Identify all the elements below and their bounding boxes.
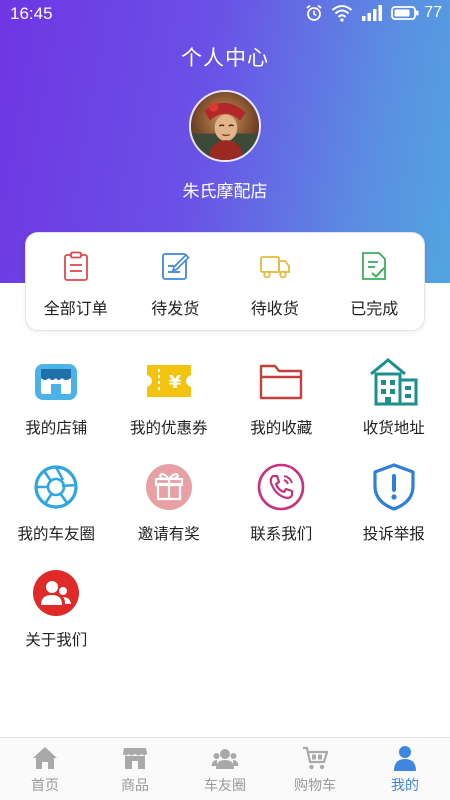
home-icon — [33, 747, 57, 769]
grid-label: 邀请有奖 — [137, 525, 200, 543]
store-icon — [123, 748, 147, 769]
grid-label: 收货地址 — [362, 419, 425, 437]
battery-status: 77 — [391, 4, 442, 22]
alarm-icon — [306, 4, 322, 21]
tab-label: 商品 — [121, 778, 149, 794]
user-icon — [394, 746, 416, 771]
page-title: 个人中心 — [181, 46, 269, 70]
battery-icon — [391, 6, 419, 20]
order-label: 待收货 — [250, 299, 299, 318]
tab-cart[interactable]: 购物车 — [270, 738, 360, 800]
order-all-button[interactable]: 全部订单 — [26, 233, 126, 330]
tab-mine[interactable]: 我的 — [360, 738, 450, 800]
checklist-icon — [362, 252, 387, 280]
clipboard-icon — [63, 251, 88, 281]
my-car-circle-button[interactable]: 我的车友圈 — [0, 461, 113, 567]
cart-icon — [303, 746, 329, 770]
order-label: 已完成 — [350, 299, 399, 318]
my-shop-button[interactable]: 我的店铺 — [0, 355, 113, 461]
camera-aperture-icon — [34, 465, 78, 509]
grid-label: 投诉举报 — [362, 525, 425, 543]
order-label: 待发货 — [151, 299, 200, 318]
shield-alert-icon — [373, 463, 415, 511]
my-favorites-button[interactable]: 我的收藏 — [225, 355, 338, 461]
battery-level: 77 — [424, 4, 442, 21]
tab-car-circle[interactable]: 车友圈 — [180, 738, 270, 800]
svg-text:¥: ¥ — [168, 372, 181, 393]
signal-icon — [362, 5, 383, 21]
grid-label: 我的店铺 — [25, 419, 88, 437]
tab-home[interactable]: 首页 — [0, 738, 90, 800]
status-time: 16:45 — [10, 4, 53, 23]
tab-products[interactable]: 商品 — [90, 738, 180, 800]
tab-label: 我的 — [391, 778, 419, 794]
gift-icon — [145, 464, 192, 510]
service-grid: 我的店铺 ¥ 我的优惠券 我的收藏 收货地址 我的车友圈 邀请有奖 联系我们 投… — [0, 355, 450, 673]
shipping-address-button[interactable]: 收货地址 — [338, 355, 450, 461]
shop-icon — [35, 364, 78, 400]
tab-label: 购物车 — [294, 778, 336, 794]
order-label: 全部订单 — [43, 299, 108, 318]
invite-reward-button[interactable]: 邀请有奖 — [113, 461, 226, 567]
contact-us-button[interactable]: 联系我们 — [225, 461, 338, 567]
avatar[interactable] — [189, 90, 261, 162]
group-icon — [211, 749, 239, 769]
tab-label: 首页 — [31, 778, 59, 794]
phone-icon — [257, 463, 305, 511]
coupon-icon: ¥ — [146, 365, 191, 397]
grid-label: 关于我们 — [25, 631, 88, 649]
report-complaint-button[interactable]: 投诉举报 — [338, 461, 450, 567]
wifi-icon — [332, 5, 353, 22]
status-bar: 16:45 77 — [0, 0, 450, 30]
order-status-card: 全部订单 待发货 待收货 已完成 — [25, 232, 425, 331]
grid-label: 我的收藏 — [250, 419, 313, 437]
status-icons: 77 — [305, 4, 442, 22]
about-us-button[interactable]: 关于我们 — [0, 567, 113, 673]
folder-icon — [260, 364, 303, 400]
my-coupons-button[interactable]: ¥ 我的优惠券 — [113, 355, 226, 461]
order-to-ship-button[interactable]: 待发货 — [126, 233, 226, 330]
grid-label: 联系我们 — [250, 525, 313, 543]
grid-label: 我的优惠券 — [129, 419, 208, 437]
store-name: 朱氏摩配店 — [182, 182, 268, 202]
bottom-tab-bar: 首页 商品 车友圈 购物车 我的 — [0, 737, 450, 800]
tab-label: 车友圈 — [204, 778, 246, 794]
order-completed-button[interactable]: 已完成 — [325, 233, 425, 330]
grid-label: 我的车友圈 — [17, 525, 95, 543]
order-to-receive-button[interactable]: 待收货 — [225, 233, 325, 330]
building-icon — [369, 358, 418, 406]
edit-note-icon — [162, 253, 190, 280]
truck-icon — [259, 256, 290, 279]
people-icon — [33, 570, 80, 616]
